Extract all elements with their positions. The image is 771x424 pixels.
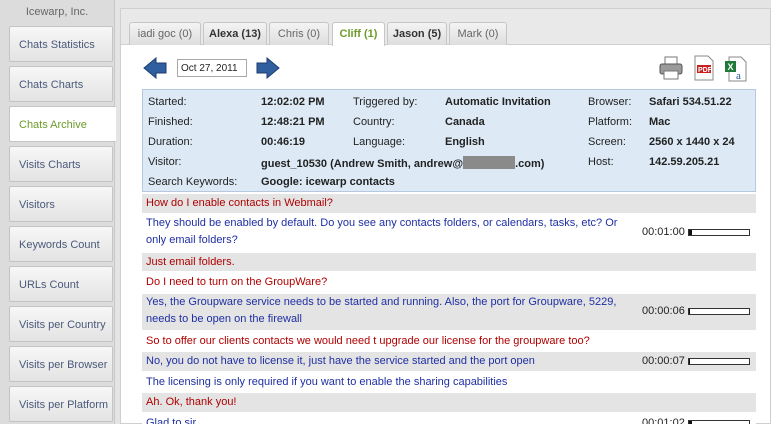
chat-message-row: So to offer our clients contacts we woul… (142, 332, 756, 350)
triggered-value: Automatic Invitation (445, 96, 551, 108)
chat-message-row: Yes, the Groupware service needs to be s… (142, 294, 756, 330)
screen-value: 2560 x 1440 x 24 (649, 136, 735, 148)
chat-message-text: Just email folders. (146, 256, 235, 268)
chat-message-row: How do I enable contacts in Webmail? (142, 194, 756, 213)
tab-mark[interactable]: Mark (0) (449, 22, 507, 45)
sidebar-item-urls-count[interactable]: URLs Count (9, 266, 113, 302)
response-time: 00:00:07 (642, 355, 685, 367)
visitor-value: guest_10530 (Andrew Smith, andrew@ .com) (261, 156, 544, 170)
response-time-fill (689, 359, 691, 364)
excel-icon[interactable]: X a (724, 55, 748, 83)
language-value: English (445, 136, 485, 148)
visitor-prefix: guest_10530 (Andrew Smith, andrew@ (261, 158, 464, 170)
country-value: Canada (445, 116, 485, 128)
language-label: Language: (353, 136, 405, 148)
visitor-label: Visitor: (148, 156, 182, 168)
host-value: 142.59.205.21 (649, 156, 720, 168)
operator-tabs: iadi goc (0) Alexa (13) Chris (0) Cliff … (121, 9, 770, 46)
svg-text:PDF: PDF (698, 67, 713, 74)
app-window: Icewarp, Inc. Chats Statistics Chats Cha… (0, 0, 771, 424)
sidebar-item-visits-per-browser[interactable]: Visits per Browser (9, 346, 113, 382)
chat-message-text: So to offer our clients contacts we woul… (146, 335, 590, 347)
duration-label: Duration: (148, 136, 193, 148)
platform-label: Platform: (588, 116, 633, 128)
response-time: 00:00:06 (642, 305, 685, 317)
printer-icon[interactable] (658, 55, 684, 81)
keywords-value: Google: icewarp contacts (261, 176, 395, 188)
browser-label: Browser: (588, 96, 632, 108)
started-label: Started: (148, 96, 187, 108)
response-time-bar (688, 229, 750, 236)
chat-message-text: How do I enable contacts in Webmail? (146, 197, 333, 209)
sidebar: Icewarp, Inc. Chats Statistics Chats Cha… (0, 0, 116, 424)
sidebar-item-visits-per-country[interactable]: Visits per Country (9, 306, 113, 342)
brand-label: Icewarp, Inc. (25, 6, 89, 18)
chat-message-text: Yes, the Groupware service needs to be s… (146, 296, 617, 325)
response-time: 00:01:02 (642, 417, 685, 424)
tab-iadi-goc[interactable]: iadi goc (0) (129, 22, 201, 45)
chat-message-text: They should be enabled by default. Do yo… (146, 217, 618, 246)
response-time-fill (689, 309, 691, 314)
chat-message-text: No, you do not have to license it, just … (146, 355, 535, 367)
sidebar-item-visitors[interactable]: Visitors (9, 186, 113, 222)
tab-cliff[interactable]: Cliff (1) (332, 22, 385, 46)
sidebar-item-chats-archive[interactable]: Chats Archive (9, 106, 116, 142)
tab-alexa[interactable]: Alexa (13) (203, 22, 267, 45)
chat-message-text: Ah. Ok, thank you! (146, 396, 237, 408)
started-value: 12:02:02 PM (261, 96, 325, 108)
main-panel: iadi goc (0) Alexa (13) Chris (0) Cliff … (120, 8, 771, 424)
chat-message-text: The licensing is only required if you wa… (146, 376, 508, 388)
date-field[interactable] (177, 59, 247, 77)
platform-value: Mac (649, 116, 671, 128)
svg-text:X: X (728, 62, 734, 72)
triggered-label: Triggered by: (353, 96, 418, 108)
duration-value: 00:46:19 (261, 136, 306, 148)
response-time-fill (689, 230, 692, 235)
sidebar-item-keywords-count[interactable]: Keywords Count (9, 226, 113, 262)
response-time-bar (688, 308, 750, 315)
sidebar-item-chats-statistics[interactable]: Chats Statistics (9, 26, 113, 62)
chat-message-row: The licensing is only required if you wa… (142, 373, 756, 391)
chat-message-row: No, you do not have to license it, just … (142, 352, 756, 371)
response-time: 00:01:00 (642, 226, 685, 238)
visitor-suffix: .com) (515, 158, 545, 170)
sidebar-item-visits-charts[interactable]: Visits Charts (9, 146, 113, 182)
host-label: Host: (588, 156, 614, 168)
chat-message-row: Just email folders. (142, 253, 756, 271)
tab-jason[interactable]: Jason (5) (387, 22, 447, 45)
sidebar-item-chats-charts[interactable]: Chats Charts (9, 66, 113, 102)
tab-chris[interactable]: Chris (0) (269, 22, 329, 45)
chat-message-row: Do I need to turn on the GroupWare? (142, 273, 756, 292)
browser-value: Safari 534.51.22 (649, 96, 732, 108)
redacted-block (463, 156, 516, 169)
keywords-label: Search Keywords: (148, 176, 238, 188)
chat-message-row: Glad to sir 00:01:02 (142, 414, 756, 424)
pdf-icon[interactable]: PDF (693, 55, 715, 81)
finished-label: Finished: (148, 116, 193, 128)
arrow-left-icon[interactable] (143, 57, 167, 79)
sidebar-item-visits-per-platform[interactable]: Visits per Platform (9, 386, 113, 422)
chat-info-panel: Started: 12:02:02 PM Finished: 12:48:21 … (142, 89, 756, 192)
chat-message-row: They should be enabled by default. Do yo… (142, 215, 756, 251)
chat-message-text: Glad to sir (146, 417, 197, 424)
screen-label: Screen: (588, 136, 626, 148)
finished-value: 12:48:21 PM (261, 116, 325, 128)
chat-message-row: Ah. Ok, thank you! (142, 393, 756, 412)
country-label: Country: (353, 116, 395, 128)
response-time-bar (688, 358, 750, 365)
svg-text:a: a (736, 70, 741, 82)
chat-message-text: Do I need to turn on the GroupWare? (146, 276, 328, 288)
arrow-right-icon[interactable] (256, 57, 280, 79)
